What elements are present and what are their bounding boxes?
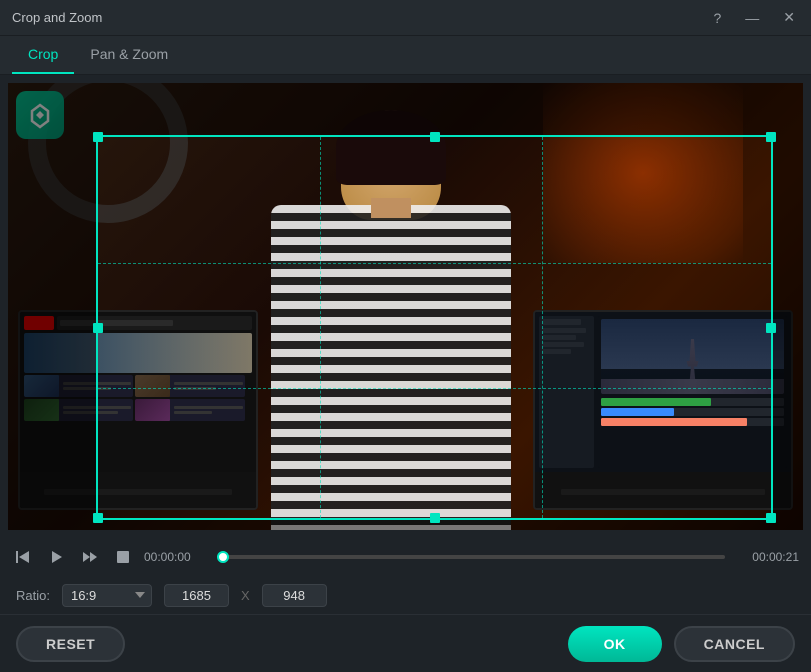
person-figure [241, 110, 541, 530]
minimize-button[interactable]: — [741, 8, 763, 28]
video-area [8, 83, 803, 530]
title-bar: Crop and Zoom ? — ✕ [0, 0, 811, 36]
width-input[interactable] [164, 584, 229, 607]
footer-actions: OK CANCEL [568, 626, 795, 662]
monitor-right-screen [535, 312, 791, 472]
ok-button[interactable]: OK [568, 626, 662, 662]
crop-mask-right [773, 135, 803, 520]
timeline-scrubber[interactable] [218, 555, 725, 559]
ratio-select-wrapper: 16:9 4:3 1:1 9:16 Custom [62, 584, 152, 607]
ratio-select[interactable]: 16:9 4:3 1:1 9:16 Custom [62, 584, 152, 607]
crop-mask-left [8, 135, 96, 520]
tab-pan-zoom[interactable]: Pan & Zoom [74, 36, 184, 74]
play-button[interactable] [44, 547, 68, 567]
stop-button[interactable] [112, 548, 134, 566]
playback-bar: 00:00:00 00:00:21 [0, 538, 811, 576]
tabs: Crop Pan & Zoom [0, 36, 811, 75]
fast-forward-button[interactable] [78, 547, 102, 567]
close-button[interactable]: ✕ [779, 7, 799, 28]
ratio-label: Ratio: [16, 588, 50, 603]
dimension-separator: X [241, 588, 250, 603]
total-time: 00:00:21 [739, 550, 799, 564]
title-bar-controls: ? — ✕ [709, 7, 799, 28]
crop-mask-bottom [8, 520, 803, 530]
window-title: Crop and Zoom [12, 10, 102, 25]
timeline-thumb[interactable] [217, 551, 229, 563]
monitor-right [533, 310, 793, 510]
height-input[interactable] [262, 584, 327, 607]
crop-mask-top [8, 83, 803, 135]
current-time: 00:00:00 [144, 550, 204, 564]
help-button[interactable]: ? [709, 8, 725, 28]
skip-start-button[interactable] [12, 548, 34, 566]
footer: RESET OK CANCEL [0, 614, 811, 672]
tab-crop[interactable]: Crop [12, 36, 74, 74]
cancel-button[interactable]: CANCEL [674, 626, 795, 662]
ratio-bar: Ratio: 16:9 4:3 1:1 9:16 Custom X [0, 576, 811, 614]
title-bar-left: Crop and Zoom [12, 10, 102, 25]
reset-button[interactable]: RESET [16, 626, 125, 662]
